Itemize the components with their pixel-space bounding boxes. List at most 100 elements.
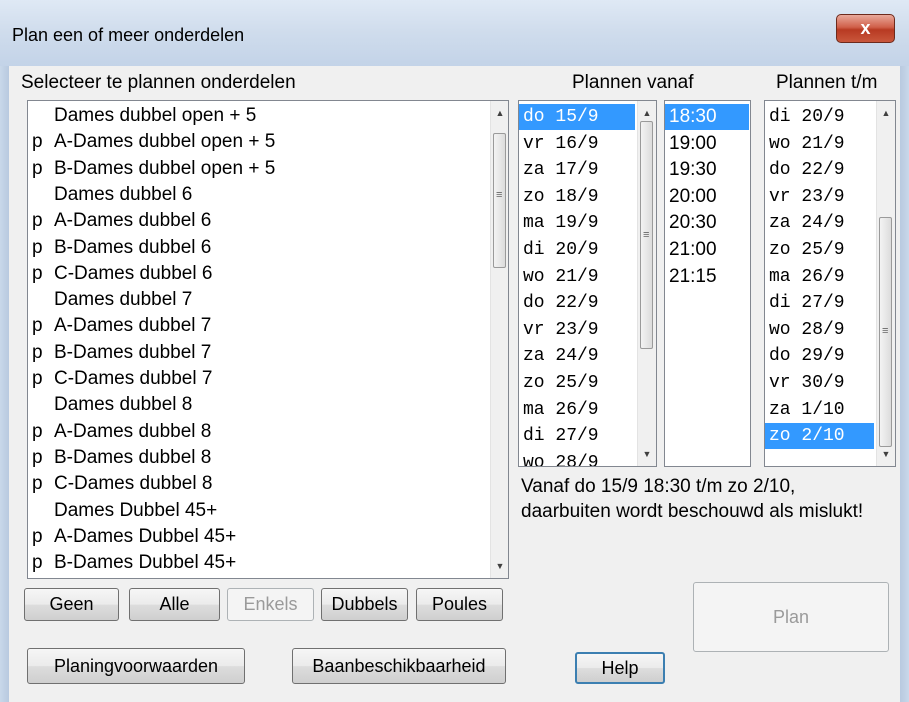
items-scroll-thumb[interactable]: ≡: [493, 133, 506, 268]
from-times-listbox[interactable]: 18:30 19:00 19:30 20:00 20:30 21:00 21:15: [664, 100, 751, 467]
plan-button[interactable]: Plan: [693, 582, 889, 652]
scroll-grip-icon: ≡: [882, 325, 889, 337]
from-dates-listbox[interactable]: do 15/9 vr 16/9 za 17/9 zo 18/9 ma 19/9 di 20…: [518, 100, 657, 467]
planned-marker: p: [32, 473, 43, 495]
list-item[interactable]: p B-Dames dubbel 8: [28, 445, 486, 471]
close-button[interactable]: x: [836, 14, 895, 43]
list-item[interactable]: Dames Dubbel 45+: [28, 498, 486, 524]
from-time-item[interactable]: 18:30: [665, 104, 749, 130]
baanbeschikbaarheid-button[interactable]: Baanbeschikbaarheid: [292, 648, 506, 684]
until-date-item[interactable]: wo 21/9: [765, 131, 874, 157]
from-date-item[interactable]: do 15/9: [519, 104, 635, 130]
until-date-item-label: za 24/9: [769, 213, 845, 234]
from-date-item[interactable]: di 20/9: [519, 237, 635, 263]
from-dates-scrollbar[interactable]: ▲ ≡ ▼: [637, 101, 656, 466]
until-date-item[interactable]: vr 30/9: [765, 370, 874, 396]
from-date-item[interactable]: wo 28/9: [519, 450, 635, 466]
until-date-item-label: za 1/10: [769, 399, 845, 420]
from-time-item[interactable]: 19:30: [665, 157, 749, 183]
list-item[interactable]: p C-Dames dubbel 8: [28, 471, 486, 497]
list-item[interactable]: p B-Dames dubbel 6: [28, 235, 486, 261]
poules-button[interactable]: Poules: [416, 588, 503, 621]
item-name: C-Dames dubbel 7: [54, 368, 213, 389]
from-time-item-label: 18:30: [669, 106, 717, 127]
enkels-button[interactable]: Enkels: [227, 588, 314, 621]
list-item[interactable]: p B-Dames Dubbel 45+: [28, 550, 486, 576]
planingvoorwaarden-button[interactable]: Planingvoorwaarden: [27, 648, 245, 684]
alle-button[interactable]: Alle: [129, 588, 220, 621]
from-date-item[interactable]: za 17/9: [519, 157, 635, 183]
from-date-item[interactable]: vr 23/9: [519, 317, 635, 343]
scroll-down-icon[interactable]: ▼: [491, 556, 508, 576]
scroll-up-icon[interactable]: ▲: [491, 103, 508, 123]
until-date-item[interactable]: wo 28/9: [765, 317, 874, 343]
from-date-item[interactable]: ma 19/9: [519, 210, 635, 236]
from-date-item[interactable]: wo 21/9: [519, 264, 635, 290]
from-date-item[interactable]: do 22/9: [519, 290, 635, 316]
until-date-item-label: wo 21/9: [769, 133, 845, 154]
until-date-item[interactable]: ma 26/9: [765, 264, 874, 290]
scroll-up-icon[interactable]: ▲: [877, 103, 895, 123]
from-time-item[interactable]: 21:00: [665, 237, 749, 263]
until-date-item[interactable]: do 29/9: [765, 343, 874, 369]
scroll-up-icon[interactable]: ▲: [638, 103, 656, 123]
until-date-item[interactable]: di 20/9: [765, 104, 874, 130]
from-time-item[interactable]: 20:00: [665, 184, 749, 210]
item-name: A-Dames dubbel open + 5: [54, 131, 276, 153]
from-date-item[interactable]: di 27/9: [519, 423, 635, 449]
title-bar[interactable]: Plan een of meer onderdelen x: [0, 0, 909, 66]
list-item[interactable]: p A-Dames dubbel 8: [28, 419, 486, 445]
list-item[interactable]: Dames dubbel 6: [28, 182, 486, 208]
list-item[interactable]: p C-Dames dubbel 7: [28, 366, 486, 392]
list-item[interactable]: p B-Dames dubbel 7: [28, 340, 486, 366]
from-time-item[interactable]: 20:30: [665, 210, 749, 236]
planned-marker: p: [32, 315, 43, 337]
from-time-item-label: 21:15: [669, 265, 717, 287]
from-time-item[interactable]: 21:15: [665, 264, 749, 290]
from-date-item[interactable]: zo 18/9: [519, 184, 635, 210]
from-time-item[interactable]: 19:00: [665, 131, 749, 157]
planned-marker: p: [32, 368, 43, 389]
list-item[interactable]: Dames dubbel open + 5: [28, 103, 486, 129]
until-date-item[interactable]: zo 2/10: [765, 423, 874, 450]
items-listbox[interactable]: Dames dubbel open + 5 p A-Dames dubbel ope…: [27, 100, 509, 579]
help-button[interactable]: Help: [575, 652, 665, 684]
from-time-item-label: 19:00: [669, 132, 717, 154]
from-date-item-label: za 17/9: [523, 160, 599, 181]
from-date-item-label: vr 16/9: [523, 133, 599, 154]
until-dates-scrollbar[interactable]: ▲ ≡ ▼: [876, 101, 895, 466]
until-dates-listbox[interactable]: di 20/9 wo 21/9 do 22/9 vr 23/9 za 24/9 zo 25…: [764, 100, 896, 467]
until-date-item[interactable]: zo 25/9: [765, 237, 874, 263]
until-date-item-label: di 27/9: [769, 293, 845, 314]
until-dates-scroll-thumb[interactable]: ≡: [879, 217, 892, 447]
list-item[interactable]: Dames dubbel 8: [28, 392, 486, 418]
until-date-item[interactable]: di 27/9: [765, 290, 874, 316]
planned-marker: p: [32, 157, 43, 179]
until-date-item[interactable]: za 24/9: [765, 210, 874, 236]
until-date-item[interactable]: za 1/10: [765, 397, 874, 423]
from-dates-scroll-thumb[interactable]: ≡: [640, 121, 653, 349]
from-date-item[interactable]: ma 26/9: [519, 397, 635, 423]
dubbels-button[interactable]: Dubbels: [321, 588, 408, 621]
from-time-item-label: 20:30: [669, 212, 717, 234]
dialog-window: Plan een of meer onderdelen x Selecteer …: [0, 0, 909, 702]
from-date-item[interactable]: vr 16/9: [519, 131, 635, 157]
list-item[interactable]: Dames dubbel 7: [28, 287, 486, 313]
from-date-item-label: ma 26/9: [523, 399, 599, 420]
list-item[interactable]: p A-Dames dubbel 7: [28, 313, 486, 339]
until-date-item[interactable]: vr 23/9: [765, 184, 874, 210]
list-item[interactable]: p A-Dames dubbel open + 5: [28, 129, 486, 155]
list-item[interactable]: p C-Dames dubbel 6: [28, 261, 486, 287]
scroll-down-icon[interactable]: ▼: [638, 444, 656, 464]
until-date-item-label: do 29/9: [769, 346, 845, 367]
items-scrollbar[interactable]: ▲ ≡ ▼: [490, 101, 508, 578]
list-item[interactable]: p A-Dames Dubbel 45+: [28, 524, 486, 550]
from-date-item[interactable]: zo 25/9: [519, 370, 635, 396]
from-date-item[interactable]: za 24/9: [519, 343, 635, 369]
until-date-item[interactable]: do 22/9: [765, 157, 874, 183]
list-item[interactable]: p B-Dames dubbel open + 5: [28, 156, 486, 182]
from-date-item-label: di 20/9: [523, 240, 599, 260]
geen-button[interactable]: Geen: [24, 588, 119, 621]
scroll-down-icon[interactable]: ▼: [877, 444, 895, 464]
list-item[interactable]: p A-Dames dubbel 6: [28, 208, 486, 234]
